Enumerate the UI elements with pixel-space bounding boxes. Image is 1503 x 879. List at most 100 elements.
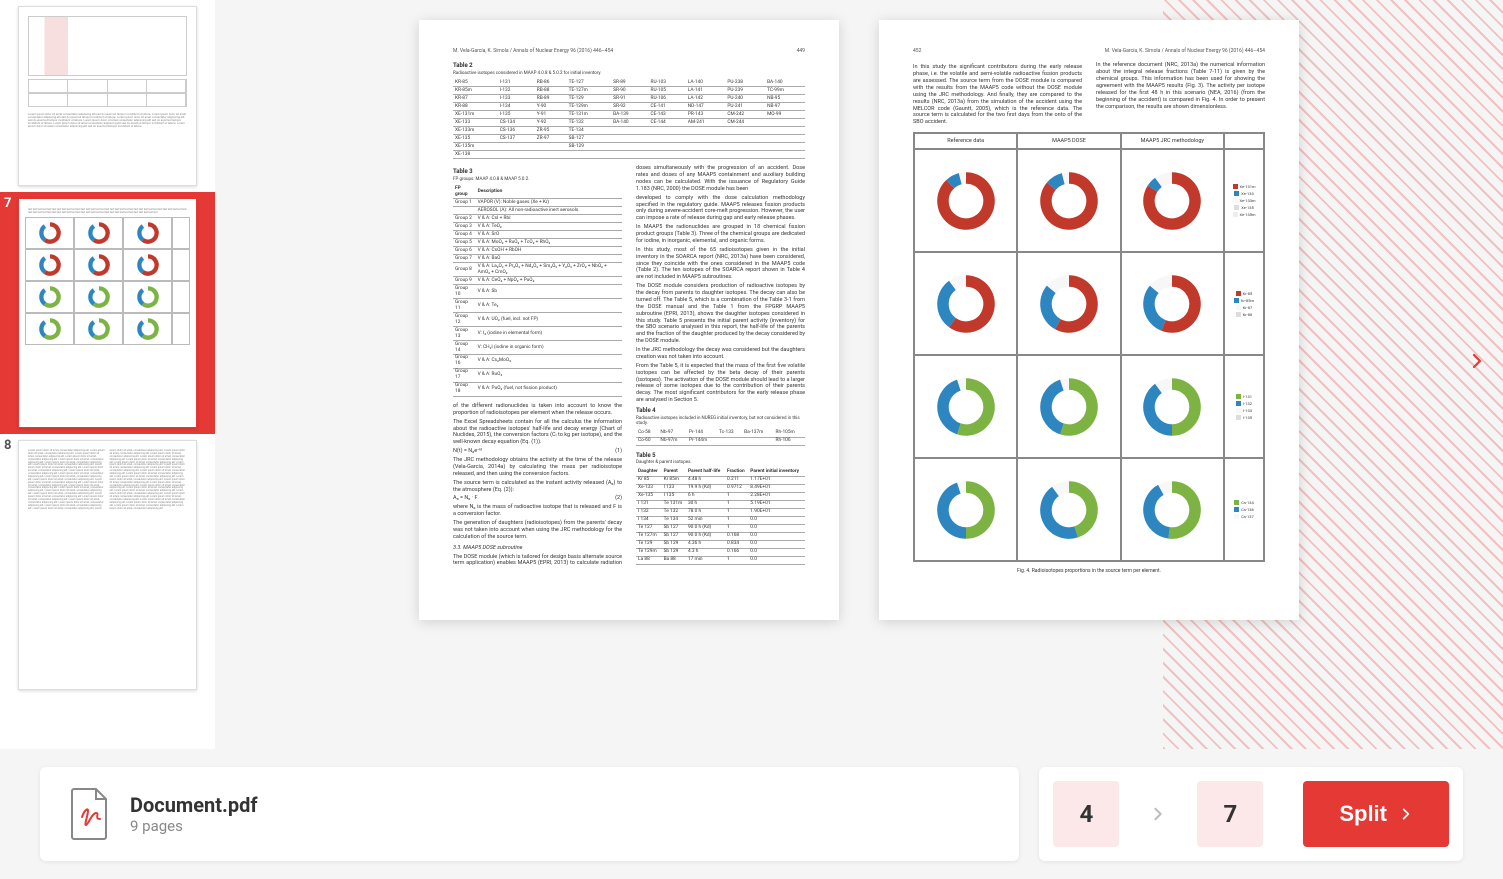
table-row: I 132Te 13278.0 h11.90E+01 [636, 508, 805, 516]
next-page-button[interactable] [1461, 337, 1493, 385]
body: The Excel Spreadsheets contain for all t… [453, 419, 622, 447]
body: In the reference document (NRC, 2013a) t… [1096, 62, 1265, 110]
body: The DOSE module considers production of … [636, 283, 805, 345]
chart-legend: Xe-131mXe-133Xe-133mXe-135Xe-135m [1224, 149, 1264, 252]
table-row: XE-138 [453, 151, 805, 159]
table-row: Group 12V & A: UO₂ (fuel, incl. not FP) [453, 313, 622, 327]
table-row: Xe-133I 13319.9 h (Kd)0.97128.49E+01 [636, 484, 805, 492]
body: From the Table 5, it is expected that th… [636, 363, 805, 404]
table-row: Te 127Sb 12790.0 h (Kd)10.0 [636, 524, 805, 532]
donut-chart [1121, 149, 1224, 252]
page-thumbnail[interactable]: 8 Lorem ipsum dolor sit amet, consectetu… [0, 434, 215, 696]
table-row: KR-87I-133RB-89TE-129SR-91RU-106LA-142PU… [453, 95, 805, 103]
page-thumbnail[interactable]: 7 text text text text text text text tex… [0, 192, 215, 434]
table-row: Co-58Nb-97Pr-144Tc-133Ba-137mRh-105m [636, 430, 805, 437]
donut-chart [1017, 355, 1120, 458]
donut-chart [914, 149, 1017, 252]
table-row: La 88Ba 8817 min10.0 [636, 556, 805, 564]
table-row: Te 127mSb 12790.0 h (Kd)0.1680.0 [636, 532, 805, 540]
split-button-label: Split [1339, 801, 1387, 827]
table-row: KR-85mI-132RB-88TE-127mSR-90RU-105LA-141… [453, 87, 805, 95]
bottom-toolbar: Document.pdf 9 pages 4 7 Split [0, 749, 1503, 879]
body: where N₀ is the mass of radioactive isot… [453, 504, 622, 518]
donut-chart [1121, 458, 1224, 561]
table-row: Group 2V & A: CsI + RbI [453, 215, 622, 223]
table5-caption: Table 5 [636, 452, 805, 460]
table-row: Group 4V & A: SrO [453, 231, 622, 239]
body: The source term is calculated as the ins… [453, 480, 622, 494]
body: In the JRC methodology the decay was con… [636, 347, 805, 361]
running-head: M. Vela-García, K. Simola / Annals of Nu… [1105, 48, 1265, 54]
body: In this study the significant contributo… [913, 64, 1082, 126]
table-row: Group 17V & A: RuO₄ [453, 368, 622, 382]
thumbnail-sidebar[interactable]: Lorem ipsum dolor sit amet consectetur a… [0, 0, 215, 749]
donut-chart [914, 252, 1017, 355]
donut-chart [914, 458, 1017, 561]
table-row: Group 10V & A: Sb [453, 285, 622, 299]
document-title: Document.pdf [130, 793, 257, 817]
body: The generation of daughters (radioisotop… [453, 520, 622, 541]
document-page-count: 9 pages [130, 817, 257, 835]
table-row: XE-135CS-137ZR-97SB-127 [453, 135, 805, 143]
running-head: M. Vela-García, K. Simola / Annals of Nu… [453, 48, 613, 54]
table-row: AEROSOL (A): All non-radioactive inert a… [453, 207, 622, 215]
split-button[interactable]: Split [1303, 781, 1449, 847]
table4: Co-58Nb-97Pr-144Tc-133Ba-137mRh-105mCo-6… [636, 430, 805, 446]
eq: A₀ = N₀ · F(2) [453, 495, 622, 502]
chevron-right-icon [1399, 805, 1413, 823]
chart-column-header: Reference data [914, 133, 1017, 149]
table-row: I 131Te 131m30 h15.19E+01 [636, 500, 805, 508]
table-row: Group 5V & A: MoO₂ + RuO₂ + TcO₂ + RhO₂ [453, 239, 622, 247]
table-row: XE-133mCS-136ZR-95TE-134 [453, 127, 805, 135]
section-heading: 3.3. MAAP5 DOSE subroutine [453, 545, 622, 552]
donut-chart [1121, 355, 1224, 458]
range-from-input[interactable]: 4 [1053, 781, 1119, 847]
page-number: 449 [797, 48, 805, 54]
figure-caption: Fig. 4. Radioisotopes proportions in the… [913, 568, 1265, 574]
thumbnail-page-number: 8 [4, 438, 11, 453]
donut-chart-grid: Reference dataMAAP5 DOSEMAAP5 JRC method… [913, 132, 1265, 562]
table-row: XE-131mI-135Y-91TE-131mBA-139CE-143PR-14… [453, 111, 805, 119]
table3-sub: FP groups: MAAP 4.0.8 & MAAP 5.0.2. [453, 177, 622, 183]
body: developed to comply with the dose calcul… [636, 195, 805, 223]
table-row: Group 18V & A: PuO₂ (fuel, not fission p… [453, 382, 622, 396]
table2-sub: Radioactive isotopes considered in MAAP … [453, 71, 805, 77]
table-row: Group 6V & A: CsOH + RbOH [453, 247, 622, 255]
page-number: 452 [913, 48, 921, 54]
table-row: Group 16V & A: Cs₂MoO₄ [453, 354, 622, 368]
chart-legend: Kr-85Kr-85mKr-87Kr-88 [1224, 252, 1264, 355]
range-separator-icon [1133, 781, 1183, 847]
table-row: Kr 85Kr 85m4.48 h0.2111.17E+01 [636, 476, 805, 484]
donut-chart [1017, 458, 1120, 561]
table5: DaughterParentParent half-lifeFractionPa… [636, 469, 805, 565]
chevron-right-icon [1468, 347, 1486, 375]
range-to-input[interactable]: 7 [1197, 781, 1263, 847]
page-thumbnail[interactable]: Lorem ipsum dolor sit amet consectetur a… [0, 0, 215, 192]
table-row: Group 11V & A: Te₂ [453, 299, 622, 313]
split-controls-card: 4 7 Split [1039, 767, 1463, 861]
thumbnail-page-number: 7 [4, 196, 11, 211]
table-row: Group 14V: CH₃I (iodine in organic form) [453, 341, 622, 355]
table-row: XE-133CS-134Y-92TE-132BA-140CE-144AM-241… [453, 119, 805, 127]
table-row: Co-60Nb-97mPr-144mRh-106 [636, 437, 805, 445]
donut-chart [1121, 252, 1224, 355]
table4-caption: Table 4 [636, 407, 805, 415]
donut-chart [1017, 252, 1120, 355]
body: In this study, most of the 65 radioisoto… [636, 247, 805, 281]
document-info-card: Document.pdf 9 pages [40, 767, 1019, 861]
table-row: Te 129Sb 1294.36 h0.8340.0 [636, 540, 805, 548]
table3-caption: Table 3 [453, 168, 622, 176]
chart-column-header: MAAP5 DOSE [1017, 133, 1120, 149]
table-row: I 134Te 13452 min10.0 [636, 516, 805, 524]
donut-chart [914, 355, 1017, 458]
table-row: Group 3V & A: TeO₂ [453, 223, 622, 231]
table-row: XE-135mSB-129 [453, 143, 805, 151]
table-row: Group 8V & A: La₂O₃ + Pr₂O₃ + Nd₂O₃ + Sm… [453, 263, 622, 277]
table-row: Xe-135I 1356 h12.28E+01 [636, 492, 805, 500]
donut-chart [1017, 149, 1120, 252]
table-row: Group 13V: I₂ (iodine in elemental form) [453, 327, 622, 341]
table-row: Group 1VAPOR (V): Noble gases (Xe + Kr) [453, 199, 622, 207]
table-row: Te 129mSb 1294.3 h0.1660.0 [636, 548, 805, 556]
chart-column-header: MAAP5 JRC methodology [1121, 133, 1224, 149]
eq: N(t) = N₀e⁻ᵏᵗ(1) [453, 448, 622, 455]
